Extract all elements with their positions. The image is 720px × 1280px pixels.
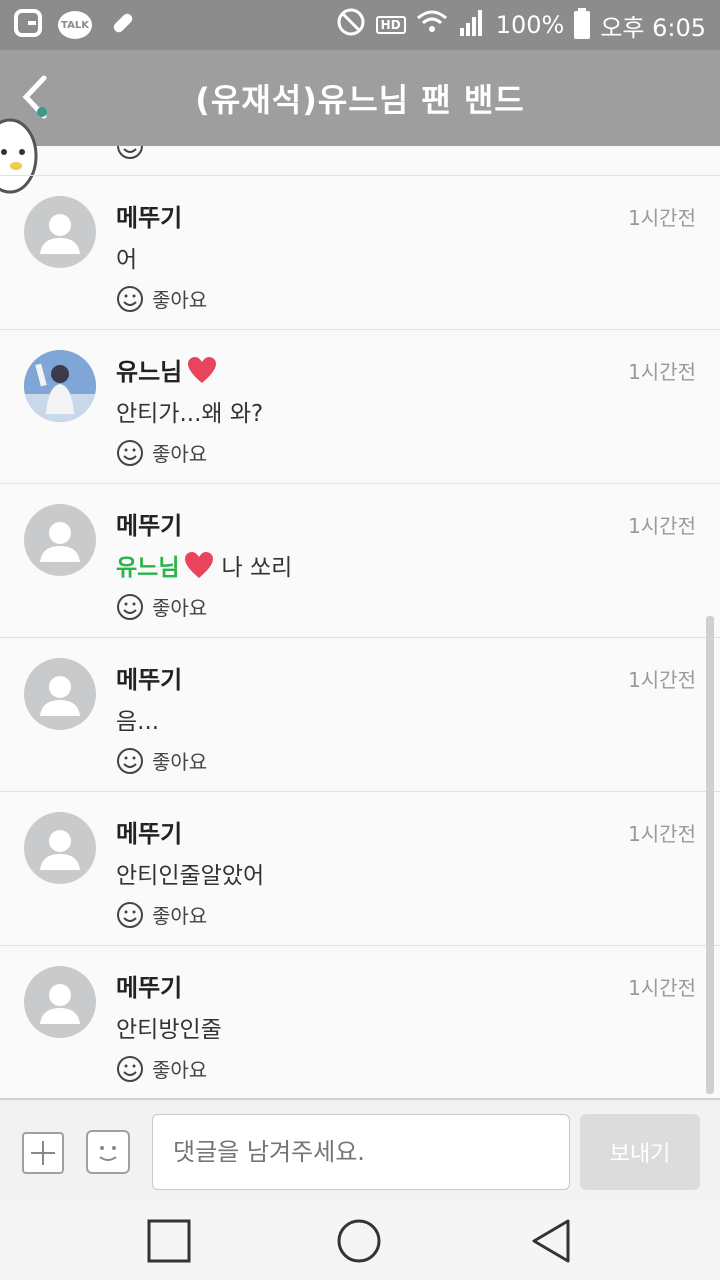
comment-time: 1시간전: [628, 976, 696, 1000]
wifi-icon: [416, 9, 448, 41]
default-user-icon: [40, 522, 80, 562]
kakaotalk-icon: TALK: [58, 11, 92, 39]
heart-icon: [188, 356, 217, 383]
pill-icon: [108, 8, 138, 42]
send-button[interactable]: 보내기: [580, 1114, 700, 1190]
like-button[interactable]: 좋아요: [116, 438, 207, 467]
comment-item: 메뚜기 1시간전 어 좋아요: [0, 176, 720, 330]
smile-icon[interactable]: [116, 146, 144, 164]
like-label: 좋아요: [152, 1058, 208, 1082]
comment-time: 1시간전: [628, 668, 696, 692]
like-label: 좋아요: [152, 750, 208, 774]
status-bar: TALK HD 100% 오후 6:05: [0, 0, 720, 50]
g-app-icon: [14, 9, 42, 41]
comment-item: 메뚜기 1시간전 안티방인줄 좋아요: [0, 946, 720, 1098]
like-label: 좋아요: [152, 442, 208, 466]
battery-icon: [574, 8, 591, 39]
comment-item: 유느님 1시간전 안티가...왜 와? 좋아요: [0, 330, 720, 484]
emoticon-button[interactable]: [86, 1130, 130, 1174]
like-button[interactable]: 좋아요: [116, 746, 207, 775]
home-icon[interactable]: [336, 1218, 382, 1264]
comment-item: 메뚜기 1시간전 유느님 나 쏘리 좋아요: [0, 484, 720, 638]
back-icon[interactable]: [528, 1218, 574, 1264]
comment-author[interactable]: 메뚜기: [116, 198, 182, 233]
default-user-icon: [40, 676, 80, 716]
profile-photo-icon: [24, 350, 96, 422]
clock: 오후 6:05: [600, 13, 706, 42]
comment-author[interactable]: 메뚜기: [116, 968, 182, 1003]
smile-icon: [117, 1055, 143, 1082]
comment-time: 1시간전: [628, 360, 696, 384]
comment-item: 메뚜기 1시간전 음... 좋아요: [0, 638, 720, 792]
like-button[interactable]: 좋아요: [116, 284, 207, 313]
like-label: 좋아요: [152, 904, 208, 928]
scrollbar[interactable]: [706, 616, 714, 1094]
avatar[interactable]: [24, 658, 96, 730]
smile-icon: [117, 285, 143, 312]
avatar[interactable]: [24, 966, 96, 1038]
comment-author[interactable]: 메뚜기: [116, 814, 182, 849]
smile-icon: [117, 593, 143, 620]
smile-icon: [117, 747, 143, 774]
comment-item: 메뚜기 1시간전 안티인줄알았어 좋아요: [0, 792, 720, 946]
like-label: 좋아요: [152, 288, 208, 312]
comment-text: 안티가...왜 와?: [116, 401, 264, 427]
battery-percent: 100%: [495, 11, 565, 39]
comment-composer: 보내기: [0, 1098, 720, 1200]
comment-text: 어: [116, 247, 138, 273]
list-item-partial: [0, 146, 720, 176]
smile-icon: [117, 901, 143, 928]
mention-link[interactable]: 유느님: [116, 548, 215, 582]
like-button[interactable]: 좋아요: [116, 900, 207, 929]
hd-icon: HD: [375, 16, 406, 34]
avatar[interactable]: [24, 504, 96, 576]
avatar[interactable]: [24, 196, 96, 268]
default-user-icon: [40, 984, 80, 1024]
comment-time: 1시간전: [628, 206, 696, 230]
page-title: (유재석)유느님 팬 밴드: [195, 81, 525, 119]
default-user-icon: [40, 830, 80, 870]
smile-icon: [99, 1146, 117, 1161]
avatar-photo[interactable]: [24, 350, 96, 422]
comment-text: 유느님 나 쏘리: [116, 548, 292, 582]
comment-author[interactable]: 메뚜기: [116, 660, 182, 695]
comment-time: 1시간전: [628, 822, 696, 846]
smile-icon: [117, 439, 143, 466]
back-arrow-icon[interactable]: [18, 72, 58, 122]
avatar[interactable]: [24, 812, 96, 884]
plus-icon: [31, 1141, 55, 1165]
comment-author[interactable]: 메뚜기: [116, 506, 182, 541]
do-not-disturb-icon: [336, 7, 366, 43]
comment-text: 안티인줄알았어: [116, 863, 265, 889]
like-button[interactable]: 좋아요: [116, 1054, 207, 1083]
heart-icon: [185, 552, 214, 578]
comment-text: 음...: [116, 709, 160, 735]
like-button[interactable]: 좋아요: [116, 592, 207, 621]
comment-input[interactable]: [152, 1114, 570, 1190]
signal-icon: [458, 8, 486, 42]
comment-time: 1시간전: [628, 514, 696, 538]
system-navigation-bar: [0, 1200, 720, 1280]
comment-author[interactable]: 유느님: [116, 352, 218, 387]
add-attachment-button[interactable]: [22, 1132, 64, 1174]
default-user-icon: [40, 214, 80, 254]
recent-apps-icon[interactable]: [146, 1218, 192, 1264]
top-app-bar: (유재석)유느님 팬 밴드: [0, 50, 720, 146]
comment-list[interactable]: 메뚜기 1시간전 어 좋아요 유느님 1시간전 안티가...왜 와? 좋아요 메…: [0, 146, 720, 1098]
comment-text: 안티방인줄: [116, 1017, 222, 1043]
like-label: 좋아요: [152, 596, 208, 620]
